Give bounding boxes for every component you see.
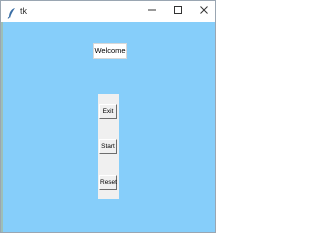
title-bar[interactable]: tk — [1, 1, 215, 22]
minimize-button[interactable] — [139, 1, 165, 21]
maximize-icon — [173, 2, 183, 20]
window-title: tk — [20, 6, 28, 16]
exit-button[interactable]: Exit — [99, 104, 117, 119]
welcome-label: Welcome — [93, 43, 127, 59]
reset-button[interactable]: Reset — [99, 175, 117, 190]
client-left-edge — [1, 22, 3, 232]
start-button[interactable]: Start — [99, 139, 117, 154]
close-icon — [199, 2, 209, 20]
button-column: Exit Start Reset — [98, 94, 119, 199]
feather-icon — [7, 6, 17, 19]
minimize-icon — [147, 2, 157, 20]
app-window: tk Welcome Exit Start Reset — [0, 0, 216, 233]
maximize-button[interactable] — [165, 1, 191, 21]
close-button[interactable] — [191, 1, 217, 21]
